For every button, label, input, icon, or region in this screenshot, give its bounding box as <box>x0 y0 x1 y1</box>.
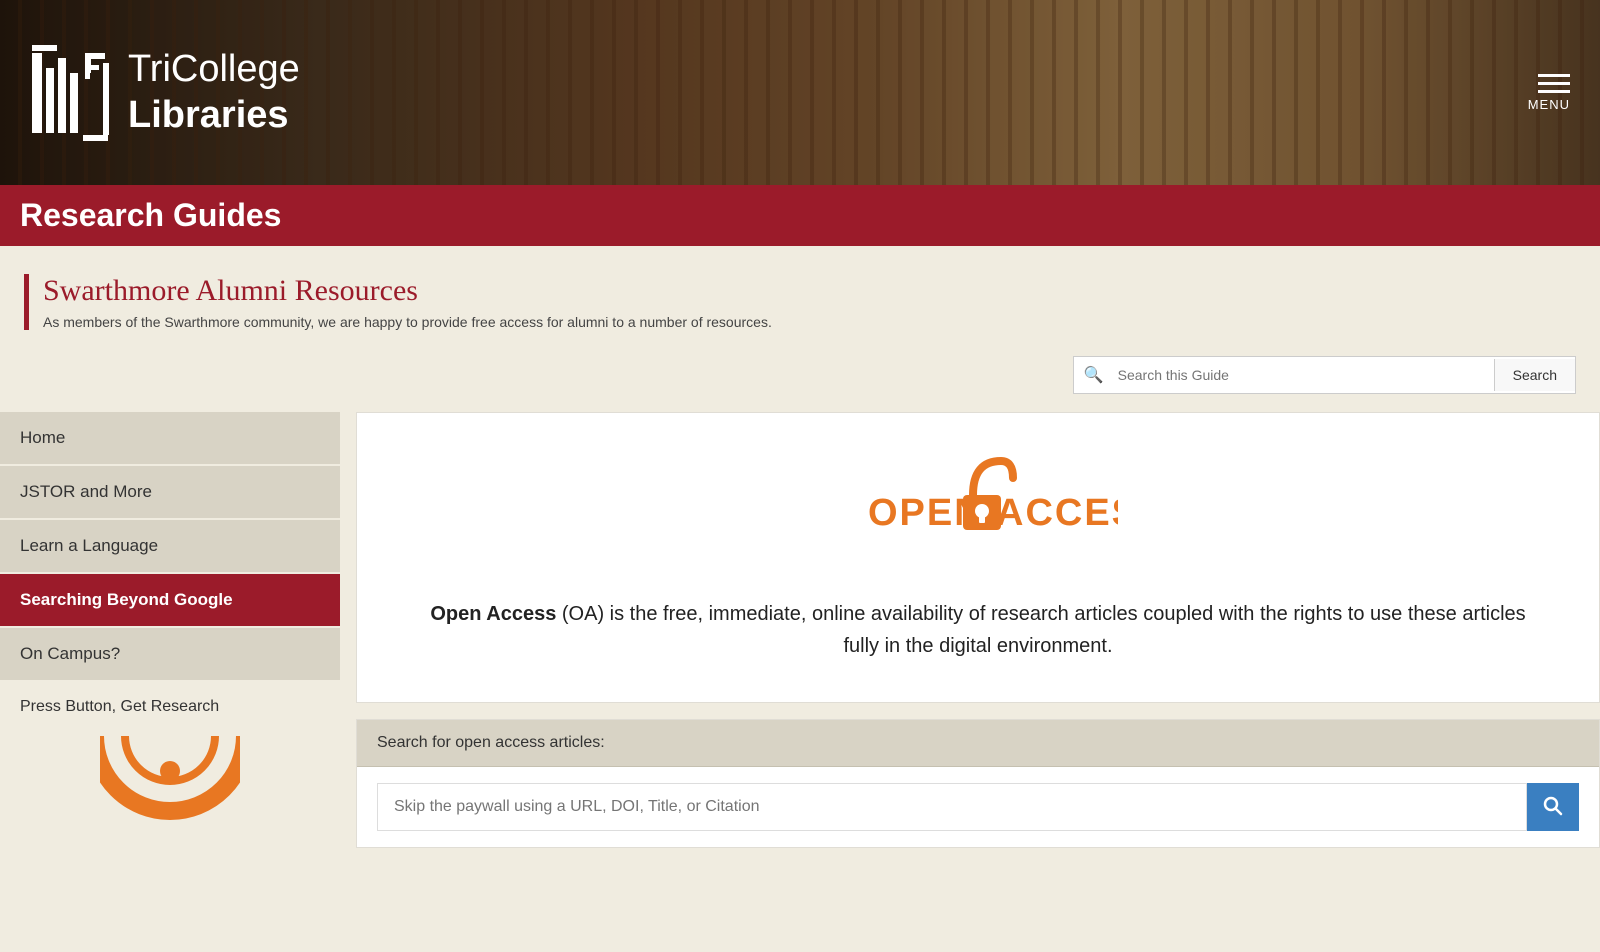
sidebar: Home JSTOR and More Learn a Language Sea… <box>0 412 340 848</box>
oa-search-header: Search for open access articles: <box>357 720 1599 767</box>
main-content: Swarthmore Alumni Resources As members o… <box>0 246 1600 848</box>
open-access-svg: OPEN ACCESS <box>838 453 1118 563</box>
guide-title-section: Swarthmore Alumni Resources As members o… <box>0 246 1600 348</box>
research-guides-title: Research Guides <box>20 197 1580 234</box>
tricollege-logo-icon <box>30 43 110 143</box>
sidebar-item-learn-language[interactable]: Learn a Language <box>0 520 340 574</box>
red-bar: Research Guides <box>0 185 1600 246</box>
oa-search-body <box>357 767 1599 847</box>
oa-search-icon <box>1541 794 1565 818</box>
menu-button[interactable]: MENU <box>1528 74 1570 112</box>
sidebar-item-on-campus[interactable]: On Campus? <box>0 628 340 682</box>
guide-subtitle: As members of the Swarthmore community, … <box>43 314 772 330</box>
sidebar-item-home[interactable]: Home <box>0 412 340 466</box>
oa-search-section: Search for open access articles: <box>356 719 1600 848</box>
oa-search-button[interactable] <box>1527 783 1579 831</box>
guide-title: Swarthmore Alumni Resources <box>43 274 772 308</box>
search-button[interactable]: Search <box>1494 359 1575 391</box>
main-panel: OPEN ACCESS <box>340 412 1600 848</box>
sidebar-section-label: Press Button, Get Research <box>0 682 340 726</box>
logo-text: TriCollegeLibraries <box>128 47 300 138</box>
open-access-card: OPEN ACCESS <box>356 412 1600 703</box>
sidebar-item-searching-beyond-google[interactable]: Searching Beyond Google <box>0 574 340 628</box>
site-header: TriCollegeLibraries MENU <box>0 0 1600 185</box>
sidebar-item-jstor[interactable]: JSTOR and More <box>0 466 340 520</box>
guide-search-form: 🔍 Search <box>1073 356 1576 394</box>
svg-text:ACCESS: ACCESS <box>996 492 1118 534</box>
search-input[interactable] <box>1114 359 1494 391</box>
guide-search-row: 🔍 Search <box>0 348 1600 412</box>
two-column-layout: Home JSTOR and More Learn a Language Sea… <box>0 412 1600 848</box>
oa-search-form <box>377 783 1579 831</box>
partial-circle-graphic <box>100 736 240 826</box>
oa-search-input[interactable] <box>377 783 1527 831</box>
open-access-logo: OPEN ACCESS <box>417 453 1539 568</box>
sidebar-graphic <box>0 726 340 836</box>
logo-area[interactable]: TriCollegeLibraries <box>30 43 300 143</box>
red-accent-bar <box>24 274 29 330</box>
open-access-description: Open Access (OA) is the free, immediate,… <box>417 598 1539 662</box>
search-icon: 🔍 <box>1074 357 1114 393</box>
